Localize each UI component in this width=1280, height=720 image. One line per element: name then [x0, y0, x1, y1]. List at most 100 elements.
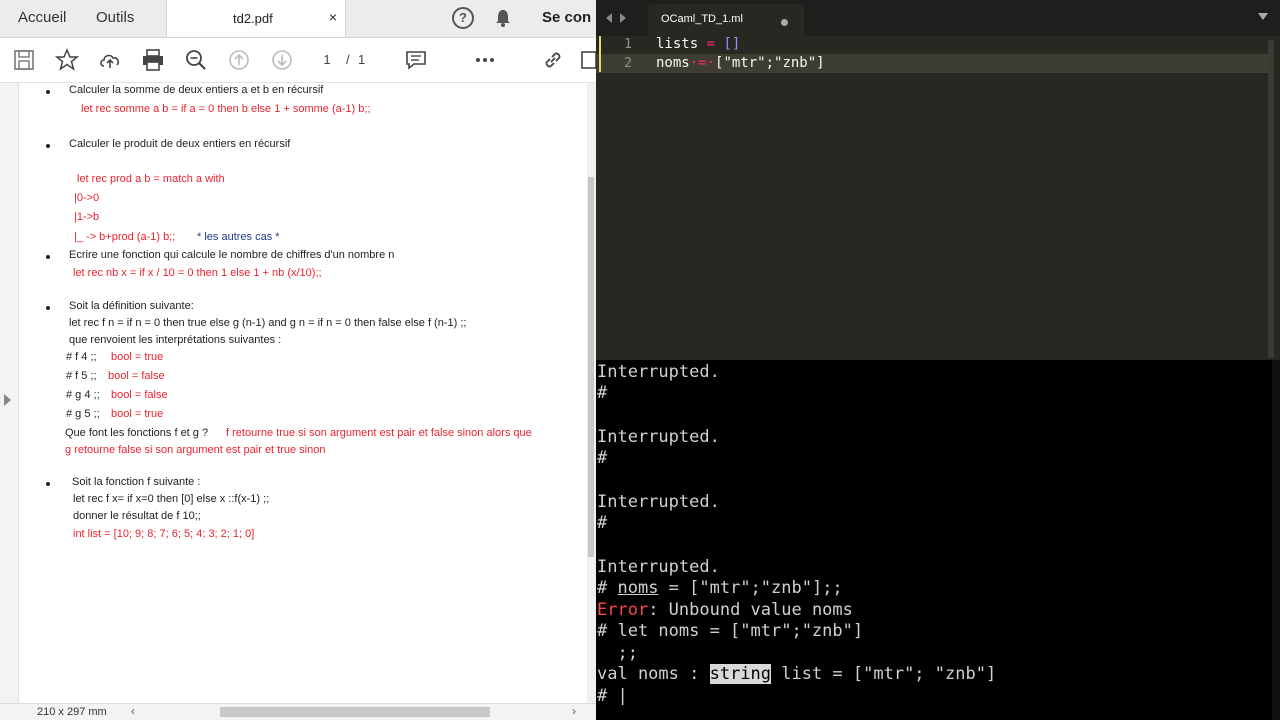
terminal-prompt: # — [597, 513, 608, 533]
bullet — [46, 90, 50, 94]
terminal-scrollbar[interactable] — [1272, 360, 1280, 720]
editor-scrollbar[interactable] — [1268, 40, 1274, 358]
nav-forward-icon[interactable] — [620, 13, 626, 23]
save-icon[interactable] — [12, 48, 36, 72]
selected-text[interactable]: string — [709, 664, 772, 684]
scroll-thumb[interactable] — [588, 177, 594, 557]
help-icon[interactable]: ? — [452, 7, 474, 29]
pdf-text: Que font les fonctions f et g ? — [65, 427, 209, 439]
terminal-prompt: # — [597, 383, 608, 403]
upload-icon[interactable] — [98, 48, 122, 72]
document-tab-label: td2.pdf — [233, 11, 273, 26]
pdf-answer: let rec nb x = if x / 10 = 0 then 1 else… — [73, 267, 322, 279]
pdf-answer: let rec somme a b = if a = 0 then b else… — [81, 103, 371, 115]
link-icon[interactable] — [541, 48, 565, 72]
error-label: Error — [597, 600, 649, 620]
tab-home[interactable]: Accueil — [18, 9, 66, 26]
code-token: lists — [656, 36, 699, 52]
error-message: : Unbound value noms — [648, 600, 853, 620]
pdf-text: let rec f x= if x=0 then [0] else x ::f(… — [73, 493, 270, 505]
page-down-icon[interactable] — [270, 48, 294, 72]
close-tab-icon[interactable]: × — [329, 9, 337, 25]
pdf-answer: g retourne false si son argument est pai… — [65, 444, 326, 456]
page-total: 1 — [358, 52, 366, 67]
code-line[interactable]: noms·=·["mtr";"znb"] — [656, 55, 825, 71]
gutter-marker — [599, 36, 601, 72]
page-number-input[interactable]: 1 — [310, 50, 344, 70]
horizontal-scroll-thumb[interactable] — [220, 707, 490, 717]
pdf-answer: bool = true — [111, 351, 164, 363]
val-prefix: val noms : — [597, 664, 710, 684]
pdf-answer: bool = false — [111, 389, 168, 401]
terminal-command: # noms = ["mtr";"znb"];; — [597, 578, 843, 598]
ocaml-toplevel[interactable]: Interrupted. # Interrupted. # Interrupte… — [596, 360, 1280, 720]
scroll-right-icon[interactable]: › — [572, 704, 576, 718]
terminal-error: Error: Unbound value noms — [597, 600, 853, 620]
pdf-tabbar: Accueil Outils td2.pdf × ? Se con — [0, 0, 596, 38]
terminal-continuation: ;; — [597, 643, 638, 663]
tab-document[interactable]: td2.pdf × — [166, 0, 346, 37]
editor-tab[interactable]: OCaml_TD_1.ml — [648, 4, 804, 36]
pdf-vertical-scrollbar[interactable] — [587, 83, 596, 703]
comment-icon[interactable] — [404, 48, 428, 72]
pdf-text: # f 4 ;; — [66, 351, 97, 363]
pdf-answer: |_ -> b+prod (a-1) b;; — [74, 231, 176, 243]
tab-tools[interactable]: Outils — [96, 9, 134, 26]
pdf-text: let rec f n = if n = 0 then true else g … — [69, 317, 467, 329]
code-line[interactable]: lists = [] — [656, 36, 740, 52]
line-number: 1 — [624, 37, 632, 52]
more-icon[interactable] — [473, 48, 497, 72]
print-icon[interactable] — [141, 48, 165, 72]
zoom-icon[interactable] — [184, 48, 208, 72]
pdf-text: donner le résultat de f 10;; — [73, 510, 201, 522]
code-token: ·=· — [689, 55, 716, 71]
pdf-page: Calculer la somme de deux entiers a et b… — [19, 83, 587, 703]
terminal-output: Interrupted. — [597, 557, 720, 577]
unsaved-dot-icon — [781, 19, 788, 26]
code-token: = — [698, 36, 724, 52]
code-token: noms — [656, 55, 690, 71]
bullet — [46, 306, 50, 310]
pdf-answer: |1->b — [74, 211, 100, 223]
bell-icon[interactable] — [493, 8, 513, 28]
terminal-output: Interrupted. — [597, 492, 720, 512]
code-editor: OCaml_TD_1.ml 1 2 lists = [] noms·=·["mt… — [596, 0, 1280, 360]
editor-tab-label: OCaml_TD_1.ml — [661, 13, 743, 25]
pdf-text: # g 4 ;; — [66, 389, 100, 401]
terminal-input-prompt[interactable]: # | — [597, 686, 628, 706]
pdf-answer: int list = [10; 9; 8; 7; 6; 5; 4; 3; 2; … — [73, 528, 255, 540]
page-up-icon[interactable] — [227, 48, 251, 72]
terminal-output: Interrupted. — [597, 427, 720, 447]
val-rest: list = ["mtr"; "znb"] — [771, 664, 997, 684]
pdf-text: # g 5 ;; — [66, 408, 100, 420]
pdf-answer: bool = true — [111, 408, 164, 420]
nav-back-icon[interactable] — [606, 13, 612, 23]
pdf-text: Calculer le produit de deux entiers en r… — [69, 138, 291, 150]
export-icon[interactable] — [580, 48, 596, 72]
expand-arrow-icon — [4, 394, 11, 406]
code-token: ["mtr";"znb"] — [715, 55, 825, 71]
signin-link[interactable]: Se con — [542, 9, 591, 26]
tab-menu-icon[interactable] — [1258, 13, 1268, 20]
page-size-label: 210 x 297 mm — [37, 706, 107, 718]
pdf-text: Ecrire une fonction qui calcule le nombr… — [69, 249, 395, 261]
scroll-left-icon[interactable]: ‹ — [131, 704, 135, 718]
cmd-name: noms — [617, 578, 659, 598]
bullet — [46, 255, 50, 259]
pdf-toolbar: 1 / 1 — [0, 38, 596, 83]
pdf-comment: * les autres cas * — [197, 231, 280, 243]
bullet — [46, 482, 50, 486]
editor-tabbar: OCaml_TD_1.ml — [596, 0, 1280, 36]
nav-pane-toggle[interactable] — [0, 83, 19, 703]
code-token: [] — [723, 36, 741, 52]
pdf-answer: let rec prod a b = match a with — [77, 173, 225, 185]
star-icon[interactable] — [55, 48, 79, 72]
pdf-text: que renvoient les interprétations suivan… — [69, 334, 282, 346]
pdf-answer: f retourne true si son argument est pair… — [226, 427, 532, 439]
line-number: 2 — [624, 56, 632, 71]
bullet — [46, 144, 50, 148]
pdf-text: Soit la définition suivante: — [69, 300, 194, 312]
page-separator: / — [346, 52, 350, 67]
cmd-prefix: # — [597, 578, 618, 598]
terminal-output: Interrupted. — [597, 362, 720, 382]
